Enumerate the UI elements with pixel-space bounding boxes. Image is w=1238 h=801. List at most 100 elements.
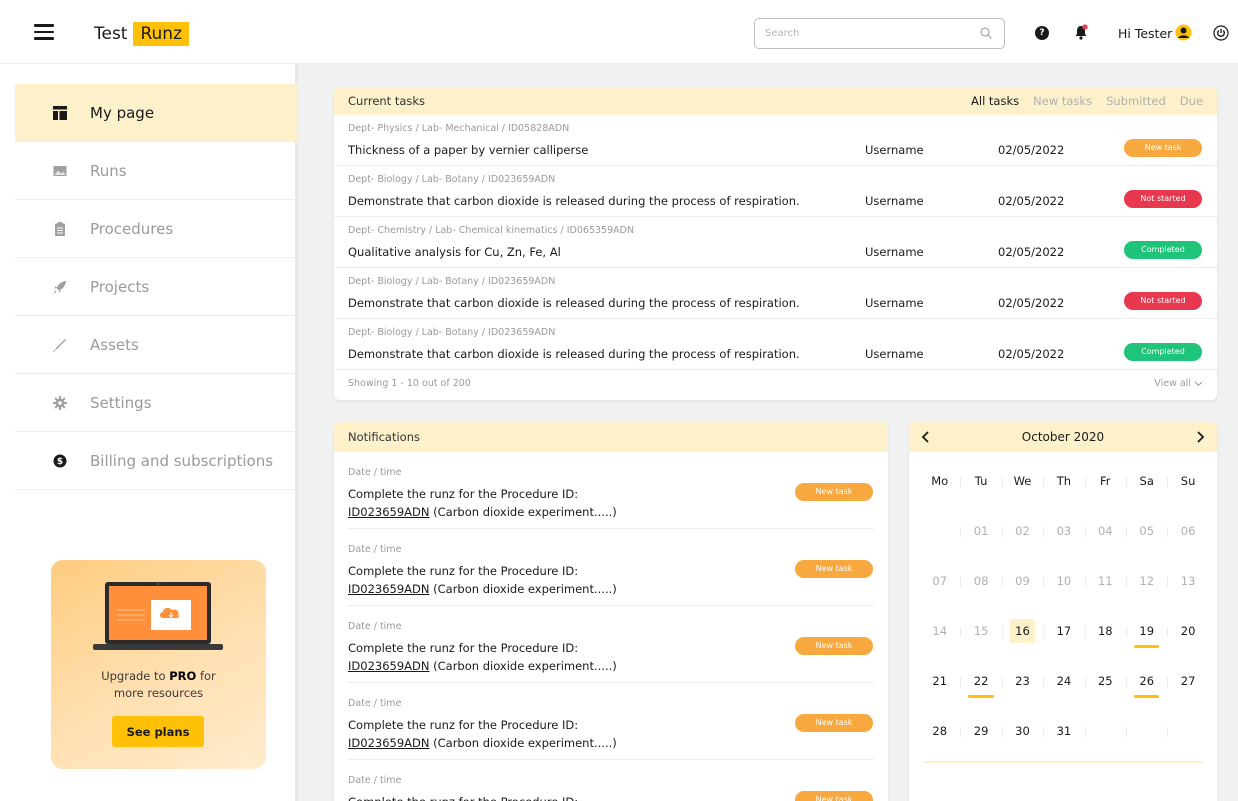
day-number: 22 [973, 674, 989, 688]
calendar-day[interactable]: 01 [960, 502, 1001, 552]
chevron-right-icon[interactable] [1193, 430, 1207, 444]
procedure-id-link[interactable]: ID023659ADN [348, 505, 429, 519]
calendar-day[interactable]: 27 [1167, 652, 1208, 702]
cell-divider [1126, 477, 1127, 487]
cell-divider [1001, 727, 1003, 737]
help-icon[interactable]: ? [1035, 26, 1049, 40]
calendar-day[interactable]: 28 [919, 702, 960, 752]
filter-due[interactable]: Due [1180, 94, 1203, 108]
cell-divider [1126, 677, 1127, 687]
notification-item[interactable]: Date / time Complete the runz for the Pro… [348, 606, 874, 683]
calendar-day[interactable]: 06 [1167, 502, 1208, 552]
calendar-empty-cell [1084, 702, 1126, 752]
calendar-day[interactable]: 19 [1126, 602, 1167, 652]
notification-item[interactable]: Date / time Complete the runz for the Pro… [348, 452, 874, 529]
calendar-day[interactable]: 25 [1084, 652, 1126, 702]
calendar-day[interactable]: 12 [1126, 552, 1167, 602]
notification-item[interactable]: Date / time Complete the runz for the Pro… [348, 760, 874, 801]
filter-submitted[interactable]: Submitted [1106, 94, 1166, 108]
calendar-day[interactable]: 11 [1084, 552, 1126, 602]
calendar-day[interactable]: 26 [1126, 652, 1167, 702]
day-number: 02 [1015, 524, 1030, 538]
sidebar-item-settings[interactable]: Settings [15, 374, 298, 432]
task-date: 02/05/2022 [998, 143, 1065, 157]
task-row[interactable]: Dept- Biology / Lab- Botany / ID023659AD… [334, 319, 1217, 370]
filter-all-tasks[interactable]: All tasks [971, 94, 1019, 108]
day-number: 28 [932, 724, 948, 738]
calendar-day[interactable]: 30 [1001, 702, 1043, 752]
calendar-day[interactable]: 18 [1084, 602, 1126, 652]
view-all-link[interactable]: View all [1154, 378, 1203, 389]
bell-icon[interactable] [1074, 24, 1088, 40]
sidebar-item-procedures[interactable]: Procedures [15, 200, 298, 258]
cell-divider [1126, 627, 1127, 637]
search-icon[interactable] [980, 27, 992, 39]
calendar-day[interactable]: 21 [919, 652, 960, 702]
notification-item[interactable]: Date / time Complete the runz for the Pro… [348, 529, 874, 606]
sidebar-item-assets[interactable]: Assets [15, 316, 298, 374]
cell-divider [1126, 727, 1127, 737]
notification-item[interactable]: Date / time Complete the runz for the Pro… [348, 683, 874, 760]
task-list: Dept- Physics / Lab- Mechanical / ID0582… [334, 115, 1217, 370]
task-row[interactable]: Dept- Biology / Lab- Botany / ID023659AD… [334, 166, 1217, 217]
filter-new-tasks[interactable]: New tasks [1033, 94, 1092, 108]
weekday-text: Sa [1139, 474, 1154, 488]
calendar-day[interactable]: 04 [1084, 502, 1126, 552]
logo[interactable]: Test Runz [94, 21, 190, 47]
dashboard-icon [53, 106, 67, 120]
calendar-day[interactable]: 29 [960, 702, 1001, 752]
user-greeting[interactable]: Hi Tester [1118, 26, 1172, 41]
calendar-day[interactable]: 09 [1001, 552, 1043, 602]
calendar-day[interactable]: 03 [1043, 502, 1084, 552]
calendar-day[interactable]: 20 [1167, 602, 1208, 652]
gear-icon [53, 395, 67, 410]
status-badge: New task [795, 714, 873, 732]
calendar-day[interactable]: 02 [1001, 502, 1043, 552]
chevron-left-icon[interactable] [919, 430, 933, 444]
task-username: Username [865, 245, 924, 259]
task-path: Dept- Biology / Lab- Botany / ID023659AD… [348, 327, 556, 338]
calendar-day[interactable]: 13 [1167, 552, 1208, 602]
search-box [754, 18, 1005, 49]
sidebar-item-projects[interactable]: Projects [15, 258, 298, 316]
task-row[interactable]: Dept- Physics / Lab- Mechanical / ID0582… [334, 115, 1217, 166]
calendar-day[interactable]: 05 [1126, 502, 1167, 552]
cell-divider [1043, 527, 1045, 537]
day-number: 15 [973, 624, 989, 638]
sidebar-item-runs[interactable]: Runs [15, 142, 298, 200]
procedure-id-link[interactable]: ID023659ADN [348, 659, 429, 673]
power-icon[interactable] [1213, 25, 1229, 41]
see-plans-button[interactable]: See plans [112, 716, 204, 747]
calendar-day[interactable]: 08 [960, 552, 1001, 602]
calendar-day[interactable]: 17 [1043, 602, 1084, 652]
day-number: 04 [1097, 524, 1113, 538]
notification-detail-text: (Carbon dioxide experiment.....) [429, 582, 617, 596]
notification-list: Date / time Complete the runz for the Pro… [334, 452, 888, 801]
task-row[interactable]: Dept- Biology / Lab- Botany / ID023659AD… [334, 268, 1217, 319]
procedure-id-link[interactable]: ID023659ADN [348, 736, 429, 750]
calendar-day[interactable]: 07 [919, 552, 960, 602]
sidebar-item-my-page[interactable]: My page [15, 84, 298, 142]
notification-text: Complete the runz for the Procedure ID: [348, 564, 579, 578]
hamburger-menu-icon[interactable] [34, 24, 54, 40]
calendar-day[interactable]: 14 [919, 602, 960, 652]
task-row[interactable]: Dept- Chemistry / Lab- Chemical kinemati… [334, 217, 1217, 268]
procedure-id-link[interactable]: ID023659ADN [348, 582, 429, 596]
calendar-day[interactable]: 22 [960, 652, 1001, 702]
cell-divider [1001, 527, 1003, 537]
pagination-info: Showing 1 - 10 out of 200 [348, 378, 471, 389]
calendar-day[interactable]: 15 [960, 602, 1001, 652]
search-input[interactable] [755, 19, 965, 48]
sidebar-item-billing[interactable]: $ Billing and subscriptions [15, 432, 298, 490]
calendar-day[interactable]: 31 [1043, 702, 1084, 752]
calendar-day[interactable]: 16 [1001, 602, 1043, 652]
sidebar: My page Runs Procedures Projects Assets … [0, 64, 298, 801]
weekday-text: Su [1180, 474, 1196, 488]
svg-text:$: $ [57, 457, 63, 467]
calendar-day[interactable]: 24 [1043, 652, 1084, 702]
calendar-day[interactable]: 23 [1001, 652, 1043, 702]
task-title: Demonstrate that carbon dioxide is relea… [348, 296, 800, 310]
calendar-empty-cell [1126, 702, 1167, 752]
avatar-icon[interactable] [1175, 24, 1192, 41]
calendar-day[interactable]: 10 [1043, 552, 1084, 602]
